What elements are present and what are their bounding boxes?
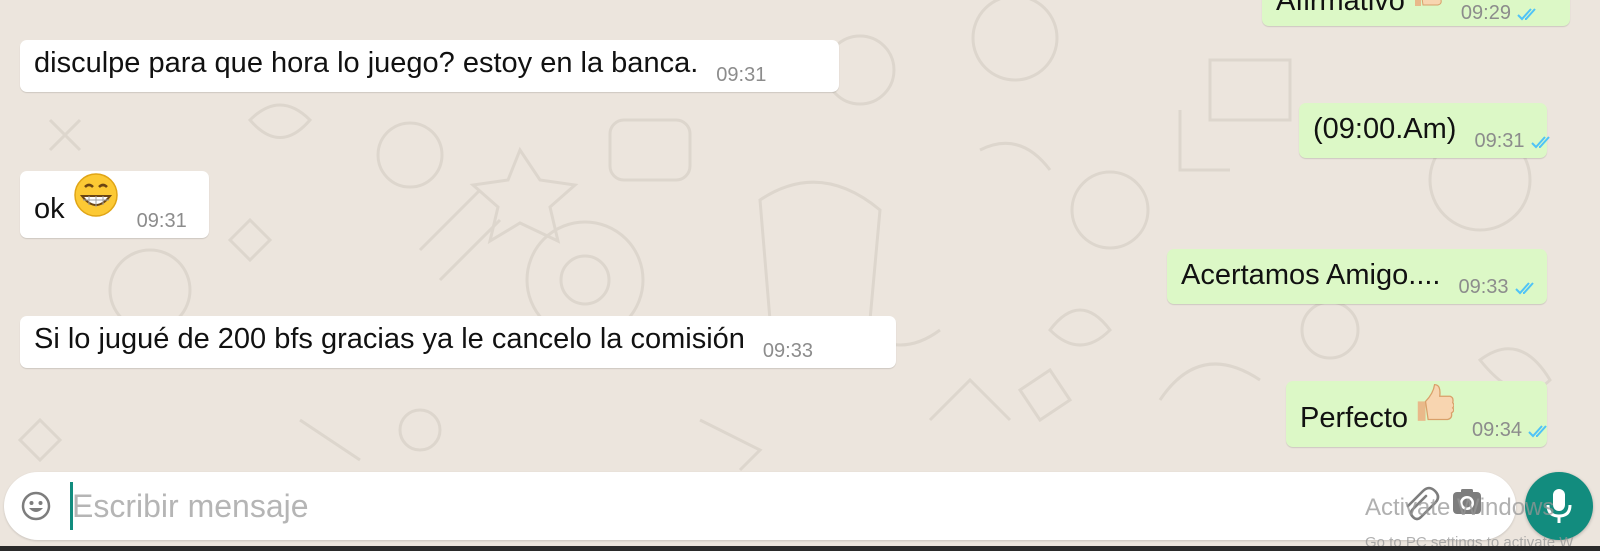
message-text: Si lo jugué de 200 bfs gracias ya le can… xyxy=(34,323,745,355)
message-time: 09:29 xyxy=(1460,2,1511,24)
message-outgoing[interactable]: Afirmativo 09:29 xyxy=(1262,0,1570,26)
message-input[interactable] xyxy=(70,484,1272,528)
message-text: disculpe para que hora lo juego? estoy e… xyxy=(34,47,699,79)
message-time: 09:33 xyxy=(762,340,813,362)
message-text: Afirmativo xyxy=(1276,0,1405,17)
message-meta: 09:29 xyxy=(1461,2,1539,25)
message-time: 09:34 xyxy=(1472,419,1523,441)
message-time: 09:33 xyxy=(1458,276,1509,298)
message-time: 09:31 xyxy=(716,64,767,86)
read-ticks-icon xyxy=(1517,7,1536,20)
message-meta: 09:33 xyxy=(1459,276,1537,299)
message-meta: 09:33 xyxy=(763,340,813,363)
message-meta: 09:31 xyxy=(137,210,187,233)
read-ticks-icon xyxy=(1514,281,1534,294)
smiley-icon[interactable] xyxy=(20,490,52,527)
thumbs-up-emoji-icon xyxy=(1410,381,1455,435)
conversation-area[interactable]: Afirmativo 09:29 disculpe para que hora … xyxy=(0,0,1600,470)
message-incoming[interactable]: disculpe para que hora lo juego? estoy e… xyxy=(20,40,839,92)
message-incoming[interactable]: ok 09:31 xyxy=(20,171,209,238)
message-meta: 09:31 xyxy=(716,64,766,87)
message-time: 09:31 xyxy=(136,210,187,232)
message-composer xyxy=(4,472,1516,540)
message-outgoing[interactable]: (09:00.Am) 09:31 xyxy=(1299,103,1550,158)
message-outgoing[interactable]: Acertamos Amigo.... 09:33 xyxy=(1167,249,1547,304)
message-time: 09:31 xyxy=(1474,130,1525,152)
read-ticks-icon xyxy=(1530,135,1550,148)
taskbar-edge xyxy=(0,546,1600,551)
message-meta: 09:34 xyxy=(1472,419,1550,442)
message-text: Acertamos Amigo.... xyxy=(1181,259,1441,291)
message-meta: 09:31 xyxy=(1474,130,1552,153)
thumbs-up-emoji-icon xyxy=(1409,0,1443,18)
message-text: (09:00.Am) xyxy=(1313,113,1457,145)
grinning-face-emoji-icon xyxy=(73,172,119,226)
message-outgoing[interactable]: Perfecto 09:34 xyxy=(1286,381,1547,447)
message-text: Perfecto xyxy=(1300,402,1408,434)
read-ticks-icon xyxy=(1528,424,1547,437)
message-incoming[interactable]: Si lo jugué de 200 bfs gracias ya le can… xyxy=(20,316,896,368)
message-text: ok xyxy=(34,193,65,225)
activation-watermark: Activate Windows xyxy=(1365,494,1555,521)
